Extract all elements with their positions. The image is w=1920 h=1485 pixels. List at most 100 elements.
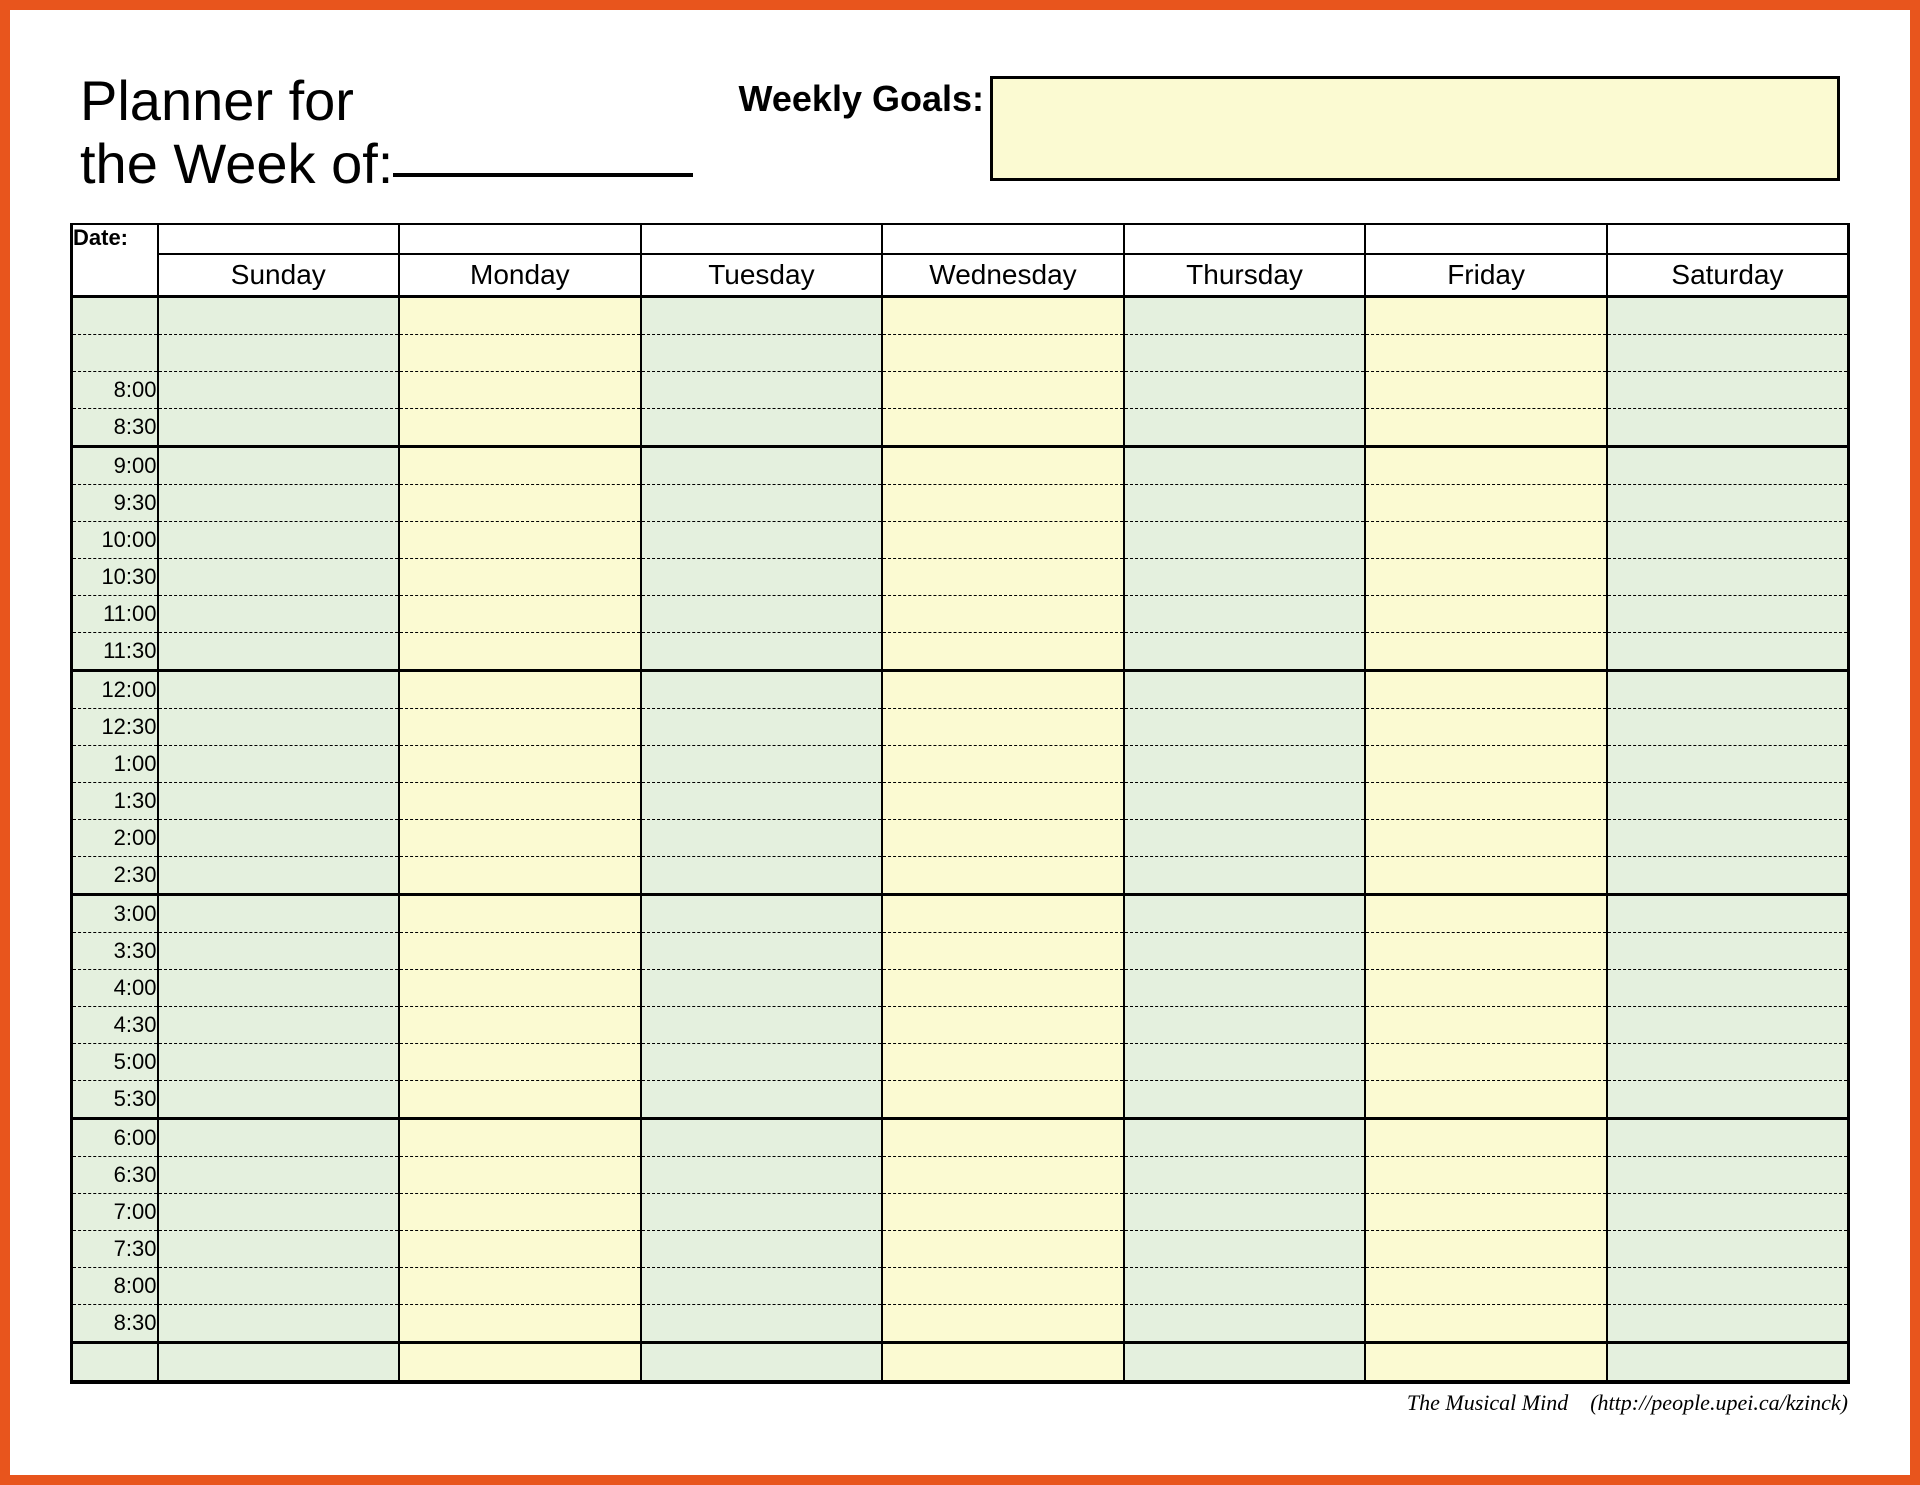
planner-cell[interactable] — [641, 1081, 883, 1119]
planner-cell[interactable] — [1365, 559, 1607, 596]
planner-cell[interactable] — [641, 447, 883, 485]
planner-cell[interactable] — [399, 1343, 641, 1383]
planner-cell[interactable] — [158, 970, 400, 1007]
planner-cell[interactable] — [158, 522, 400, 559]
planner-cell[interactable] — [641, 783, 883, 820]
planner-cell[interactable] — [1607, 1081, 1849, 1119]
planner-cell[interactable] — [1365, 746, 1607, 783]
planner-cell[interactable] — [882, 485, 1124, 522]
planner-cell[interactable] — [1365, 1119, 1607, 1157]
planner-cell[interactable] — [399, 485, 641, 522]
planner-cell[interactable] — [882, 933, 1124, 970]
planner-cell[interactable] — [1124, 409, 1366, 447]
planner-cell[interactable] — [1607, 783, 1849, 820]
planner-cell[interactable] — [158, 1119, 400, 1157]
planner-cell[interactable] — [641, 970, 883, 1007]
planner-cell[interactable] — [1607, 820, 1849, 857]
planner-cell[interactable] — [158, 709, 400, 746]
planner-cell[interactable] — [399, 596, 641, 633]
planner-cell[interactable] — [1607, 1231, 1849, 1268]
planner-cell[interactable] — [641, 746, 883, 783]
planner-cell[interactable] — [1365, 409, 1607, 447]
planner-cell[interactable] — [641, 895, 883, 933]
planner-cell[interactable] — [1124, 1231, 1366, 1268]
planner-cell[interactable] — [1124, 1343, 1366, 1383]
planner-cell[interactable] — [1124, 372, 1366, 409]
planner-cell[interactable] — [399, 409, 641, 447]
planner-cell[interactable] — [1607, 970, 1849, 1007]
planner-cell[interactable] — [399, 1119, 641, 1157]
planner-cell[interactable] — [1607, 933, 1849, 970]
planner-cell[interactable] — [1124, 1157, 1366, 1194]
planner-cell[interactable] — [1124, 522, 1366, 559]
planner-cell[interactable] — [882, 746, 1124, 783]
planner-cell[interactable] — [882, 1194, 1124, 1231]
planner-cell[interactable] — [399, 820, 641, 857]
planner-cell[interactable] — [1365, 970, 1607, 1007]
planner-cell[interactable] — [1124, 447, 1366, 485]
planner-cell[interactable] — [641, 522, 883, 559]
planner-cell[interactable] — [1365, 633, 1607, 671]
planner-cell[interactable] — [882, 633, 1124, 671]
planner-cell[interactable] — [399, 447, 641, 485]
planner-cell[interactable] — [882, 820, 1124, 857]
planner-cell[interactable] — [158, 933, 400, 970]
planner-cell[interactable] — [641, 485, 883, 522]
planner-cell[interactable] — [641, 1268, 883, 1305]
planner-cell[interactable] — [641, 1044, 883, 1081]
planner-cell[interactable] — [1124, 1305, 1366, 1343]
planner-cell[interactable] — [1124, 783, 1366, 820]
planner-cell[interactable] — [1607, 559, 1849, 596]
planner-cell[interactable] — [641, 633, 883, 671]
planner-cell[interactable] — [1124, 933, 1366, 970]
planner-cell[interactable] — [1607, 1343, 1849, 1383]
planner-cell[interactable] — [399, 933, 641, 970]
planner-cell[interactable] — [1124, 1007, 1366, 1044]
planner-cell[interactable] — [882, 895, 1124, 933]
planner-cell[interactable] — [882, 447, 1124, 485]
planner-cell[interactable] — [1124, 746, 1366, 783]
planner-cell[interactable] — [399, 970, 641, 1007]
planner-cell[interactable] — [158, 1343, 400, 1383]
planner-cell[interactable] — [1607, 447, 1849, 485]
weekly-goals-input[interactable] — [990, 76, 1840, 181]
planner-cell[interactable] — [1365, 596, 1607, 633]
planner-cell[interactable] — [882, 1119, 1124, 1157]
planner-cell[interactable] — [1124, 335, 1366, 372]
planner-cell[interactable] — [399, 559, 641, 596]
planner-cell[interactable] — [158, 1007, 400, 1044]
planner-cell[interactable] — [1365, 447, 1607, 485]
planner-cell[interactable] — [1124, 633, 1366, 671]
planner-cell[interactable] — [158, 335, 400, 372]
planner-cell[interactable] — [1365, 297, 1607, 335]
planner-cell[interactable] — [882, 1305, 1124, 1343]
planner-cell[interactable] — [399, 1081, 641, 1119]
planner-cell[interactable] — [641, 1194, 883, 1231]
planner-cell[interactable] — [1607, 409, 1849, 447]
planner-cell[interactable] — [641, 297, 883, 335]
planner-cell[interactable] — [882, 671, 1124, 709]
planner-cell[interactable] — [1607, 857, 1849, 895]
planner-cell[interactable] — [1607, 1119, 1849, 1157]
planner-cell[interactable] — [399, 1157, 641, 1194]
planner-cell[interactable] — [158, 1157, 400, 1194]
planner-cell[interactable] — [1124, 709, 1366, 746]
planner-cell[interactable] — [1365, 783, 1607, 820]
planner-cell[interactable] — [1607, 522, 1849, 559]
planner-cell[interactable] — [641, 1119, 883, 1157]
planner-cell[interactable] — [1124, 1044, 1366, 1081]
planner-cell[interactable] — [1124, 1119, 1366, 1157]
planner-cell[interactable] — [882, 1157, 1124, 1194]
planner-cell[interactable] — [399, 1305, 641, 1343]
planner-cell[interactable] — [1124, 559, 1366, 596]
planner-cell[interactable] — [1607, 1157, 1849, 1194]
planner-cell[interactable] — [1607, 297, 1849, 335]
planner-cell[interactable] — [1607, 709, 1849, 746]
planner-cell[interactable] — [1365, 1157, 1607, 1194]
planner-cell[interactable] — [1124, 1194, 1366, 1231]
planner-cell[interactable] — [882, 1044, 1124, 1081]
planner-cell[interactable] — [641, 1231, 883, 1268]
planner-cell[interactable] — [399, 857, 641, 895]
planner-cell[interactable] — [641, 1157, 883, 1194]
planner-cell[interactable] — [158, 1231, 400, 1268]
